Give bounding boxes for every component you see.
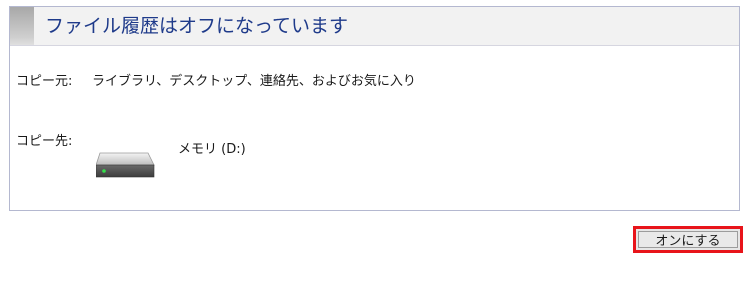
drive-name: メモリ (D:) xyxy=(178,142,246,157)
file-history-panel: ファイル履歴はオフになっています コピー元: ライブラリ、デスクトップ、連絡先、… xyxy=(9,6,740,211)
copy-destination-label: コピー先: xyxy=(16,134,73,149)
copy-source-label: コピー元: xyxy=(16,74,73,89)
copy-source-value: ライブラリ、デスクトップ、連絡先、およびお気に入り xyxy=(92,74,416,89)
turn-on-button-label: オンにする xyxy=(638,231,738,249)
page-title: ファイル履歴はオフになっています xyxy=(45,15,349,37)
drive-icon xyxy=(95,147,156,181)
header-accent-block xyxy=(10,7,34,45)
turn-on-button[interactable]: オンにする xyxy=(633,226,743,253)
panel-header: ファイル履歴はオフになっています xyxy=(10,7,739,46)
